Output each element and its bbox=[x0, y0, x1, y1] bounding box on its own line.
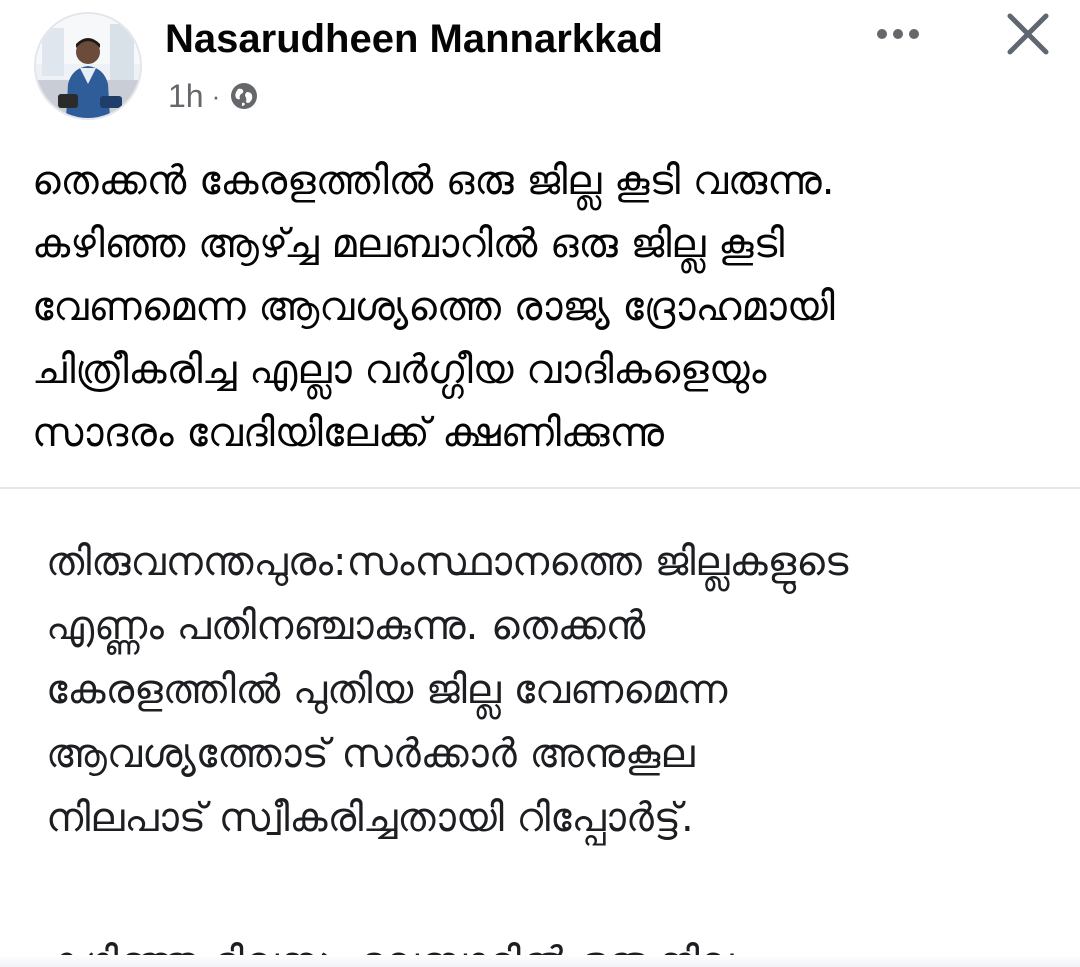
bottom-edge bbox=[0, 955, 1080, 967]
content-divider bbox=[0, 487, 1080, 489]
post-text-line: ചിത്രീകരിച്ച എല്ലാ വർഗ്ഗീയ വാദികളെയും bbox=[32, 347, 767, 393]
post-meta: 1h · bbox=[168, 76, 260, 116]
post-message: തെക്കൻ കേരളത്തിൽ ഒരു ജില്ല കൂടി വരുന്നു.… bbox=[32, 150, 1062, 465]
shared-text-line: നിലപാട് സ്വീകരിച്ചതായി റിപ്പോർട്ട്. bbox=[46, 795, 694, 841]
author-name[interactable]: Nasarudheen Mannarkkad bbox=[165, 14, 663, 64]
post-text-line: വേണമെന്ന ആവശ്യത്തെ രാജ്യ ദ്രോഹമായി bbox=[32, 284, 835, 330]
avatar[interactable] bbox=[34, 12, 142, 120]
profile-photo-icon bbox=[36, 14, 140, 118]
post-text-line: തെക്കൻ കേരളത്തിൽ ഒരു ജില്ല കൂടി വരുന്നു. bbox=[32, 158, 835, 204]
shared-text-line: കേരളത്തിൽ പുതിയ ജില്ല വേണമെന്ന bbox=[46, 667, 728, 713]
more-options-icon bbox=[877, 29, 887, 39]
post-header: Nasarudheen Mannarkkad 1h · bbox=[0, 0, 1080, 130]
post-text-line: കഴിഞ്ഞ ആഴ്ച്ച മലബാറിൽ ഒരു ജില്ല കൂടി bbox=[32, 221, 785, 267]
close-button[interactable] bbox=[998, 6, 1058, 62]
post-text-line: സാദരം വേദിയിലേക്ക് ക്ഷണിക്കുന്നു bbox=[32, 410, 665, 456]
more-options-button[interactable] bbox=[866, 12, 930, 56]
shared-text-line: ആവശ്യത്തോട് സർക്കാർ അനുകൂല bbox=[46, 731, 695, 777]
more-options-icon-dot bbox=[893, 29, 903, 39]
close-icon bbox=[1007, 13, 1049, 55]
globe-icon bbox=[231, 83, 258, 109]
shared-text-line: തിരുവനന്തപുരം:സംസ്ഥാനത്തെ ജില്ലകളുടെ bbox=[46, 539, 849, 585]
post-timestamp[interactable]: 1h bbox=[168, 78, 204, 115]
privacy-indicator[interactable] bbox=[228, 80, 260, 112]
shared-content-text[interactable]: തിരുവനന്തപുരം:സംസ്ഥാനത്തെ ജില്ലകളുടെ എണ്… bbox=[46, 530, 1066, 850]
more-options-icon-dot bbox=[909, 29, 919, 39]
shared-text-line: എണ്ണം പതിനഞ്ചാകുന്നു. തെക്കൻ bbox=[46, 603, 646, 649]
meta-separator: · bbox=[211, 80, 221, 111]
